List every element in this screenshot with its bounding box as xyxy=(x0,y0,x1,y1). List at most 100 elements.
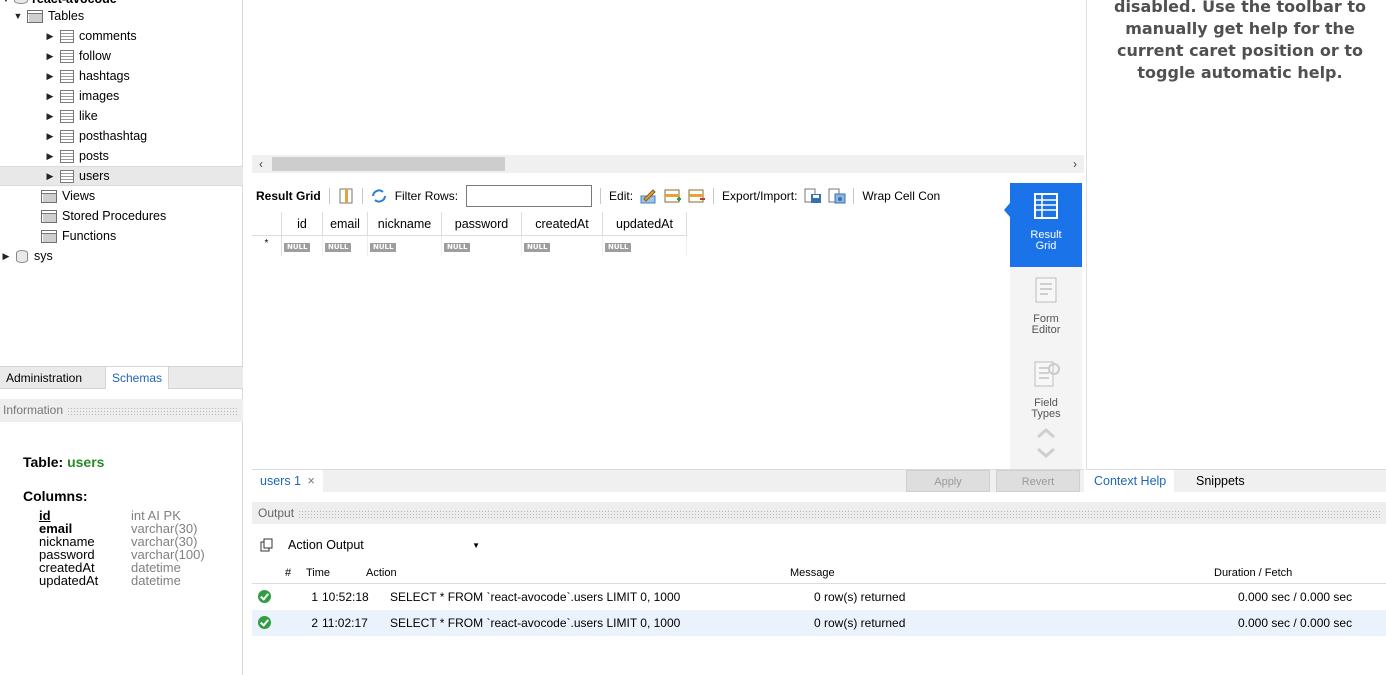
chevron-up-icon[interactable] xyxy=(1036,427,1056,439)
copy-icon[interactable] xyxy=(260,538,274,552)
table-row[interactable]: 2 11:02:17 SELECT * FROM `react-avocode`… xyxy=(252,610,1386,636)
null-cell[interactable]: NULL xyxy=(284,243,311,252)
output-type-value: Action Output xyxy=(288,538,364,552)
database-icon xyxy=(16,249,28,263)
wrap-cell-content-label[interactable]: Wrap Cell Con xyxy=(858,189,944,203)
column-header-id[interactable]: id xyxy=(282,212,323,235)
form-editor-icon xyxy=(1035,277,1057,303)
column-header-num[interactable]: # xyxy=(276,562,300,583)
tree-item-label: Functions xyxy=(62,229,117,243)
table-row[interactable]: 1 10:52:18 SELECT * FROM `react-avocode`… xyxy=(252,584,1386,610)
null-cell[interactable]: NULL xyxy=(605,243,632,252)
column-header-message[interactable]: Message xyxy=(790,562,1214,583)
export-icon[interactable] xyxy=(804,188,822,204)
tab-schemas[interactable]: Schemas xyxy=(105,367,170,389)
collapse-arrow-icon[interactable]: ▼ xyxy=(12,11,24,21)
tree-table-posts[interactable]: ▶ posts xyxy=(0,146,243,166)
expand-arrow-icon[interactable]: ▶ xyxy=(44,91,56,102)
row-action: SELECT * FROM `react-avocode`.users LIMI… xyxy=(390,590,681,604)
scroll-right-icon[interactable]: › xyxy=(1066,155,1084,173)
revert-button[interactable]: Revert xyxy=(996,470,1080,492)
tree-schema-sys[interactable]: ▶ sys xyxy=(0,246,243,266)
tab-users-1[interactable]: users 1 × xyxy=(252,470,323,493)
row-message: 0 row(s) returned xyxy=(814,616,906,630)
tree-item-label: hashtags xyxy=(79,69,130,83)
scrollbar-thumb[interactable] xyxy=(272,157,505,171)
sql-editor[interactable] xyxy=(252,0,1084,155)
row-time: 10:52:18 xyxy=(322,590,369,604)
table-row[interactable]: * NULL NULL NULL NULL NULL NULL xyxy=(252,236,687,256)
expand-arrow-icon[interactable]: ▶ xyxy=(44,131,56,142)
success-check-icon xyxy=(257,590,271,603)
dropdown-arrow-icon: ▼ xyxy=(472,540,480,550)
column-header-password[interactable]: password xyxy=(442,212,522,235)
apply-button[interactable]: Apply xyxy=(906,470,990,492)
column-header-duration[interactable]: Duration / Fetch xyxy=(1214,562,1386,583)
expand-arrow-icon[interactable]: ▶ xyxy=(44,111,56,122)
column-header-createdat[interactable]: createdAt xyxy=(522,212,603,235)
expand-arrow-icon[interactable]: ▶ xyxy=(44,31,56,42)
refresh-icon[interactable] xyxy=(370,188,388,204)
folder-icon xyxy=(41,189,57,203)
toolbar-separator xyxy=(328,188,330,204)
toolbar-separator xyxy=(600,188,602,204)
tree-table-like[interactable]: ▶ like xyxy=(0,106,243,126)
close-icon[interactable]: × xyxy=(307,474,314,488)
tree-table-follow[interactable]: ▶ follow xyxy=(0,46,243,66)
table-icon xyxy=(60,129,74,143)
editor-horizontal-scrollbar[interactable]: ‹ › xyxy=(252,155,1084,173)
insert-row-icon[interactable] xyxy=(664,188,682,204)
collapse-arrow-icon[interactable]: ▼ xyxy=(0,0,12,4)
null-cell[interactable]: NULL xyxy=(370,243,397,252)
tree-table-posthashtag[interactable]: ▶ posthashtag xyxy=(0,126,243,146)
table-icon xyxy=(60,89,74,103)
column-header-updatedat[interactable]: updatedAt xyxy=(603,212,687,235)
column-header-time[interactable]: Time xyxy=(300,562,366,583)
tree-item-label: Views xyxy=(62,189,96,203)
expand-arrow-icon[interactable]: ▶ xyxy=(44,51,56,62)
column-header-action[interactable]: Action xyxy=(366,562,790,583)
tree-item-tables[interactable]: ▼ Tables xyxy=(0,6,243,26)
result-grid-toolbar: Result Grid Filter Rows: Edit: Export/Im… xyxy=(252,183,1012,209)
scroll-left-icon[interactable]: ‹ xyxy=(252,155,270,173)
output-type-select[interactable]: Action Output ▼ xyxy=(280,534,480,556)
tree-table-hashtags[interactable]: ▶ hashtags xyxy=(0,66,243,86)
expand-arrow-icon[interactable]: ▶ xyxy=(44,171,56,182)
tree-item-label: Stored Procedures xyxy=(62,209,167,223)
null-cell[interactable]: NULL xyxy=(325,243,352,252)
null-cell[interactable]: NULL xyxy=(444,243,471,252)
navigator-tabs: Administration Schemas xyxy=(0,366,243,389)
tree-table-users[interactable]: ▶ users xyxy=(0,166,243,186)
field-types-view-button[interactable]: Field Types xyxy=(1010,359,1082,429)
tree-item-functions[interactable]: Functions xyxy=(0,226,243,246)
navigator-sidebar: ▼ react-avocode ▼ Tables ▶comments ▶foll… xyxy=(0,0,243,675)
delete-row-icon[interactable] xyxy=(688,188,706,204)
chevron-down-icon[interactable] xyxy=(1036,447,1056,459)
columns-title: Columns: xyxy=(23,488,88,504)
row-duration: 0.000 sec / 0.000 sec xyxy=(1238,616,1353,630)
column-name: updatedAt xyxy=(39,573,99,588)
form-editor-view-button[interactable]: Form Editor xyxy=(1010,275,1082,345)
tree-item-views[interactable]: Views xyxy=(0,186,243,206)
null-cell[interactable]: NULL xyxy=(524,243,551,252)
result-grid-view-button[interactable]: Result Grid xyxy=(1004,183,1082,267)
tab-administration[interactable]: Administration xyxy=(0,367,88,389)
tab-snippets[interactable]: Snippets xyxy=(1188,470,1253,493)
grid-columns-icon[interactable] xyxy=(337,188,355,204)
filter-rows-input[interactable] xyxy=(466,185,593,207)
import-icon[interactable] xyxy=(828,188,846,204)
tree-item-stored-procedures[interactable]: Stored Procedures xyxy=(0,206,243,226)
tree-table-images[interactable]: ▶ images xyxy=(0,86,243,106)
tree-table-comments[interactable]: ▶ comments xyxy=(0,26,243,46)
expand-arrow-icon[interactable]: ▶ xyxy=(44,71,56,82)
expand-arrow-icon[interactable]: ▶ xyxy=(44,151,56,162)
tree-item-label: follow xyxy=(79,49,111,63)
column-header-email[interactable]: email xyxy=(323,212,368,235)
tree-item-label: Tables xyxy=(48,9,85,23)
column-header-nickname[interactable]: nickname xyxy=(368,212,442,235)
tab-context-help[interactable]: Context Help xyxy=(1086,470,1175,493)
folder-icon xyxy=(41,209,57,223)
expand-arrow-icon[interactable]: ▶ xyxy=(0,251,12,262)
edit-pencil-icon[interactable] xyxy=(640,188,658,204)
folder-icon xyxy=(27,9,43,23)
